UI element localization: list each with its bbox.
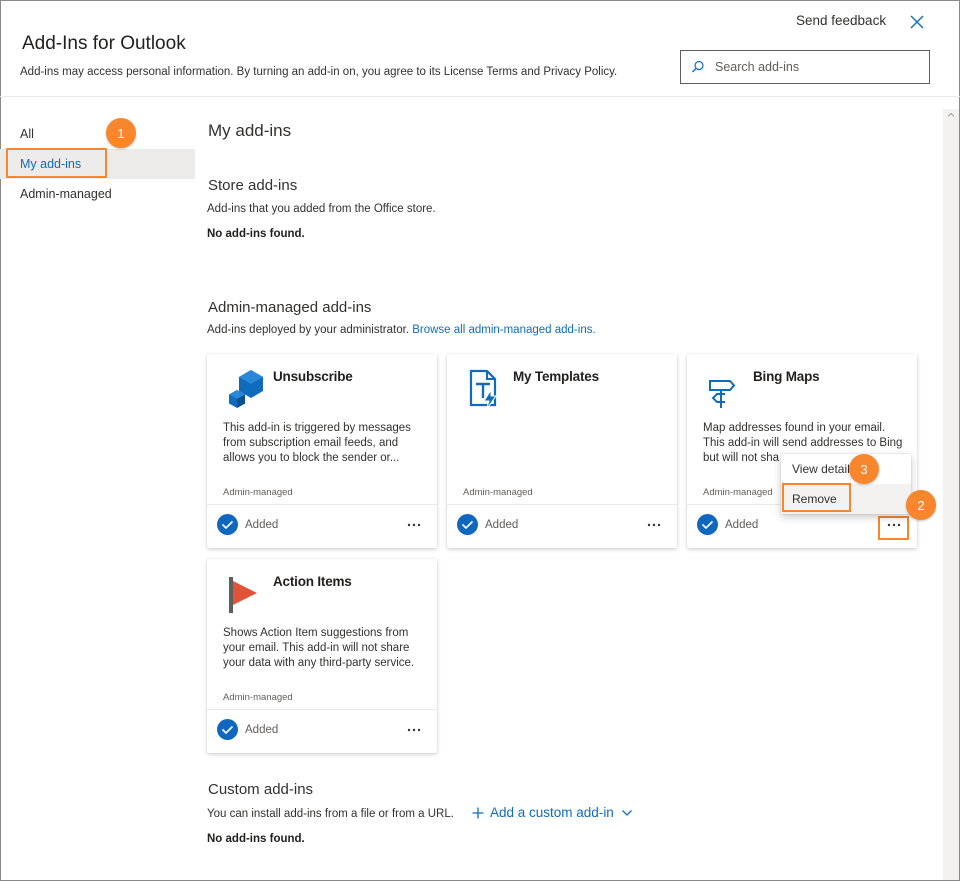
ellipsis-icon bbox=[407, 523, 421, 527]
add-in-name: Bing Maps bbox=[753, 369, 820, 384]
card-divider bbox=[207, 504, 437, 505]
add-in-card-my-templates[interactable]: My Templates Admin-managed Added bbox=[447, 354, 677, 548]
close-icon bbox=[910, 15, 924, 29]
checkmark-icon bbox=[221, 520, 234, 530]
checkmark-icon bbox=[461, 520, 474, 530]
checkmark-icon bbox=[221, 725, 234, 735]
custom-section-description: You can install add-ins from a file or f… bbox=[207, 808, 454, 820]
card-divider bbox=[207, 709, 437, 710]
custom-empty-message: No add-ins found. bbox=[207, 833, 305, 845]
add-in-description: This add-in is triggered by messages fro… bbox=[223, 422, 411, 464]
sidebar-item-all[interactable]: All bbox=[0, 119, 195, 149]
admin-section-title: Admin-managed add-ins bbox=[208, 299, 372, 316]
step-badge-2: 2 bbox=[906, 490, 936, 520]
signpost-icon bbox=[709, 380, 736, 408]
search-box[interactable] bbox=[680, 50, 930, 84]
page-title: My add-ins bbox=[208, 121, 292, 140]
added-status: Added bbox=[725, 519, 759, 531]
scroll-up-icon[interactable] bbox=[946, 110, 956, 120]
sidebar-item-admin-managed[interactable]: Admin-managed bbox=[0, 179, 195, 209]
add-in-managed-label: Admin-managed bbox=[463, 487, 533, 498]
added-status: Added bbox=[485, 519, 519, 531]
add-in-description: Shows Action Item suggestions from your … bbox=[223, 627, 415, 669]
header-divider bbox=[0, 96, 960, 97]
ellipsis-icon bbox=[647, 523, 661, 527]
more-options-button[interactable] bbox=[643, 517, 665, 533]
ellipsis-icon bbox=[407, 728, 421, 732]
browse-admin-add-ins-link[interactable]: Browse all admin-managed add-ins. bbox=[412, 324, 595, 336]
add-in-managed-label: Admin-managed bbox=[223, 692, 293, 703]
menu-item-view-details[interactable]: View details bbox=[781, 454, 911, 484]
added-toggle[interactable] bbox=[697, 514, 718, 535]
admin-section-description-text: Add-ins deployed by your administrator. bbox=[207, 324, 409, 336]
plus-icon bbox=[472, 807, 484, 818]
dialog-description: Add-ins may access personal information.… bbox=[20, 66, 618, 78]
added-status: Added bbox=[245, 724, 279, 736]
added-toggle[interactable] bbox=[217, 719, 238, 740]
add-in-name: Unsubscribe bbox=[273, 369, 353, 384]
added-toggle[interactable] bbox=[217, 514, 238, 535]
add-in-managed-label: Admin-managed bbox=[223, 487, 293, 498]
store-empty-message: No add-ins found. bbox=[207, 228, 305, 240]
dialog-title: Add-Ins for Outlook bbox=[22, 33, 186, 54]
step-badge-3: 3 bbox=[849, 454, 879, 484]
step-badge-1: 1 bbox=[106, 118, 136, 148]
search-icon bbox=[692, 60, 704, 73]
checkmark-icon bbox=[701, 520, 714, 530]
custom-section-title: Custom add-ins bbox=[208, 781, 314, 798]
close-button[interactable] bbox=[906, 11, 928, 33]
add-custom-add-in-button[interactable]: Add a custom add-in bbox=[472, 805, 633, 820]
more-options-button[interactable] bbox=[403, 722, 425, 738]
scrollbar[interactable] bbox=[943, 109, 959, 880]
template-icon bbox=[469, 369, 497, 408]
store-section-description: Add-ins that you added from the Office s… bbox=[207, 203, 436, 215]
more-options-highlight bbox=[878, 516, 909, 540]
add-in-card-unsubscribe[interactable]: Unsubscribe This add-in is triggered by … bbox=[207, 354, 437, 548]
send-feedback-link[interactable]: Send feedback bbox=[796, 13, 886, 28]
add-in-managed-label: Admin-managed bbox=[703, 487, 773, 498]
more-options-button[interactable] bbox=[403, 517, 425, 533]
remove-highlight bbox=[782, 483, 851, 512]
card-divider bbox=[447, 504, 677, 505]
chevron-down-icon bbox=[621, 809, 632, 816]
add-in-name: Action Items bbox=[273, 574, 352, 589]
my-add-ins-highlight bbox=[6, 148, 107, 178]
add-in-card-action-items[interactable]: Action Items Shows Action Item suggestio… bbox=[207, 559, 437, 753]
search-input[interactable] bbox=[715, 60, 915, 74]
add-custom-add-in-label: Add a custom add-in bbox=[490, 805, 614, 820]
admin-section-description: Add-ins deployed by your administrator. … bbox=[207, 324, 596, 336]
add-in-name: My Templates bbox=[513, 369, 599, 384]
store-section-title: Store add-ins bbox=[208, 177, 298, 194]
cube-icon bbox=[229, 370, 263, 408]
added-toggle[interactable] bbox=[457, 514, 478, 535]
added-status: Added bbox=[245, 519, 279, 531]
flag-icon bbox=[229, 577, 257, 613]
